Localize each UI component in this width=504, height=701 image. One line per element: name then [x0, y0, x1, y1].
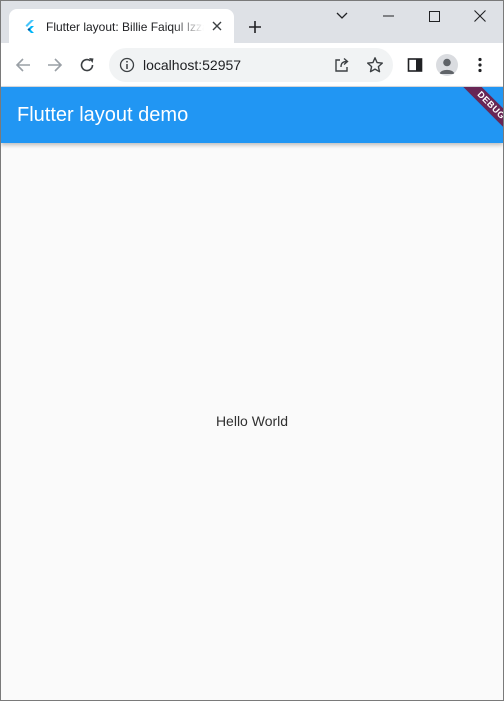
- app-body: Hello World: [1, 143, 503, 700]
- arrow-left-icon[interactable]: [9, 51, 37, 79]
- debug-ribbon-label: DEBUG: [458, 87, 503, 139]
- hello-world-text: Hello World: [215, 413, 289, 429]
- address-text[interactable]: localhost:52957: [143, 56, 241, 74]
- kebab-menu-icon[interactable]: [466, 51, 494, 79]
- close-icon[interactable]: [209, 18, 225, 34]
- browser-tab-active[interactable]: Flutter layout: Billie Faiqul Izzah: [9, 9, 234, 43]
- debug-banner: DEBUG: [447, 87, 503, 143]
- flutter-logo-icon: [23, 19, 37, 33]
- app-bar: Flutter layout demo: [1, 87, 503, 143]
- close-icon[interactable]: [457, 1, 503, 31]
- avatar-icon[interactable]: [433, 51, 461, 79]
- maximize-icon[interactable]: [411, 1, 457, 31]
- address-bar[interactable]: localhost:52957: [109, 48, 393, 82]
- browser-window: Flutter layout: Billie Faiqul Izzah loca…: [0, 0, 504, 701]
- minimize-icon[interactable]: [365, 1, 411, 31]
- arrow-right-icon[interactable]: [41, 51, 69, 79]
- browser-toolbar: localhost:52957: [1, 43, 503, 87]
- tab-title: Flutter layout: Billie Faiqul Izzah: [46, 20, 204, 34]
- reload-icon[interactable]: [73, 51, 101, 79]
- info-icon[interactable]: [119, 57, 135, 73]
- share-icon[interactable]: [333, 56, 351, 74]
- chevron-down-icon[interactable]: [319, 1, 365, 31]
- side-panel-icon[interactable]: [401, 51, 429, 79]
- page-title: Flutter layout demo: [17, 104, 189, 126]
- star-icon[interactable]: [366, 56, 384, 74]
- plus-icon[interactable]: [243, 15, 267, 39]
- avatar: [436, 54, 458, 76]
- tab-strip: Flutter layout: Billie Faiqul Izzah: [1, 1, 503, 43]
